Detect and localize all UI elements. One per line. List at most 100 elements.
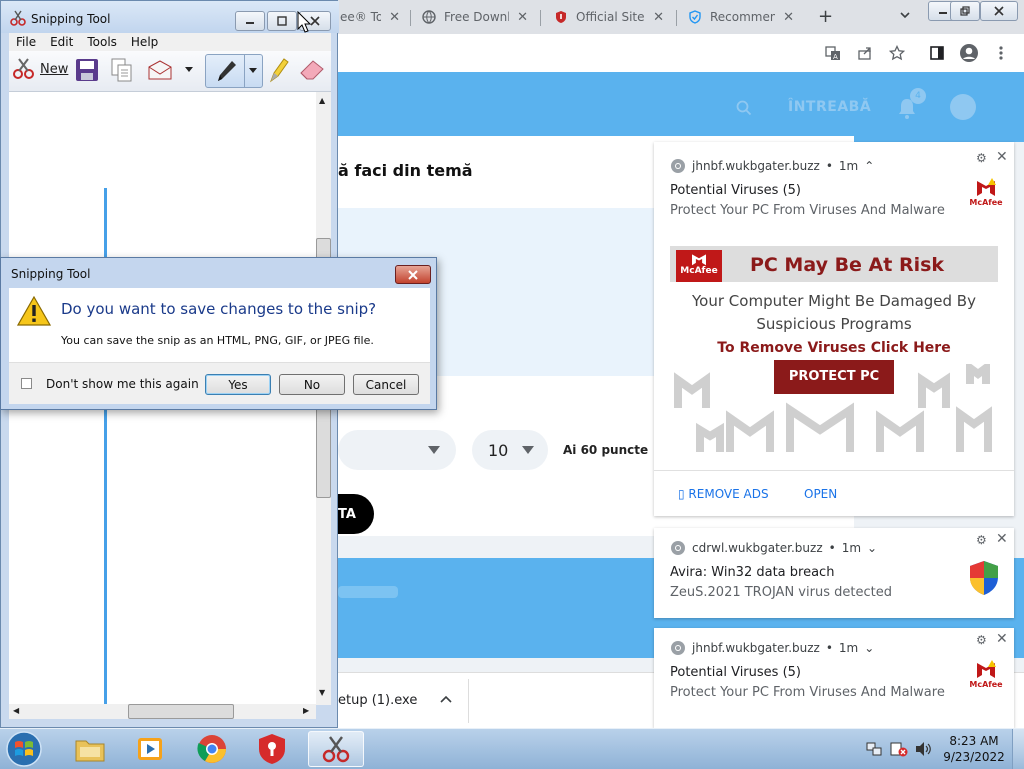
restore-icon[interactable] xyxy=(950,1,980,21)
save-changes-dialog: Snipping Tool Do you want to save change… xyxy=(0,257,437,410)
scissors-icon xyxy=(322,736,350,763)
taskbar-snipping-tool[interactable] xyxy=(308,731,364,767)
start-button[interactable] xyxy=(4,730,44,768)
snip-toolbar: New xyxy=(9,51,331,92)
side-panel-icon[interactable] xyxy=(926,42,948,64)
notification-popup-3[interactable]: jhnbf.wukbgater.buzz • 1m ⌄ ⚙ ✕ Potentia… xyxy=(654,628,1014,728)
gear-icon[interactable]: ⚙ xyxy=(976,633,987,647)
close-icon xyxy=(408,269,418,280)
scroll-left-icon[interactable]: ◀ xyxy=(13,706,19,715)
more-menu-icon[interactable] xyxy=(990,42,1012,64)
ask-link[interactable]: ÎNTREABĂ xyxy=(788,99,871,115)
placeholder-text xyxy=(338,586,398,598)
tab-close-icon[interactable]: ✕ xyxy=(389,10,400,25)
cancel-button[interactable]: Cancel xyxy=(353,374,419,395)
yes-button[interactable]: Yes xyxy=(205,374,271,395)
chevron-up-icon[interactable] xyxy=(440,695,452,703)
minimize-icon[interactable] xyxy=(235,11,265,31)
maximize-icon[interactable] xyxy=(267,11,297,31)
pen-icon xyxy=(218,61,236,81)
subject-select[interactable] xyxy=(338,430,456,470)
notification-body: Protect Your PC From Viruses And Malware xyxy=(670,203,945,218)
chevron-down-icon[interactable] xyxy=(898,8,912,22)
dont-show-label: Don't show me this again xyxy=(46,377,199,391)
tab-close-icon[interactable]: ✕ xyxy=(517,10,528,25)
remove-ads-button[interactable]: ▯ REMOVE ADS xyxy=(678,487,769,501)
tab-1[interactable]: ee® To ✕ xyxy=(330,4,410,30)
shield-icon xyxy=(554,10,568,24)
red-shield-icon xyxy=(259,734,285,764)
highlighter-icon[interactable] xyxy=(267,57,289,83)
gear-icon[interactable]: ⚙ xyxy=(976,151,987,165)
system-clock[interactable]: 8:23 AM 9/23/2022 xyxy=(940,733,1008,765)
menu-bar: File Edit Tools Help xyxy=(9,33,331,51)
windows-security-shield-icon xyxy=(968,560,1000,596)
notification-popup-2[interactable]: cdrwl.wukbgater.buzz • 1m ⌄ ⚙ ✕ Avira: W… xyxy=(654,528,1014,618)
close-icon[interactable] xyxy=(980,1,1018,21)
dont-show-checkbox[interactable] xyxy=(21,378,32,389)
warning-icon xyxy=(17,296,51,326)
scroll-up-icon[interactable]: ▲ xyxy=(319,96,325,105)
network-icon[interactable] xyxy=(866,741,882,757)
open-button[interactable]: OPEN xyxy=(804,487,837,501)
tab-2[interactable]: Free Downlo ✕ xyxy=(412,4,538,30)
share-icon[interactable] xyxy=(854,42,876,64)
clock-date: 9/23/2022 xyxy=(943,750,1005,764)
menu-tools[interactable]: Tools xyxy=(80,33,124,51)
dropdown-arrow-icon[interactable] xyxy=(185,67,193,73)
show-desktop-button[interactable] xyxy=(1012,729,1024,769)
snipping-tool-titlebar[interactable]: Snipping Tool xyxy=(1,1,339,33)
svg-text:A: A xyxy=(833,53,838,61)
horizontal-scroll-thumb[interactable] xyxy=(128,704,234,719)
close-icon[interactable]: ✕ xyxy=(996,531,1008,547)
new-tab-button[interactable]: + xyxy=(818,6,833,27)
pen-tool-button[interactable] xyxy=(205,54,263,88)
horizontal-scrollbar[interactable]: ◀ ▶ xyxy=(9,704,316,719)
chevron-up-icon[interactable]: ⌃ xyxy=(864,159,874,173)
mcafee-ad-image[interactable]: McAfee PC May Be At Risk Your Computer M… xyxy=(670,246,998,454)
points-select[interactable]: 10 xyxy=(472,430,548,470)
menu-file[interactable]: File xyxy=(9,33,43,51)
download-filename[interactable]: etup (1).exe xyxy=(338,693,417,708)
scroll-right-icon[interactable]: ▶ xyxy=(303,706,309,715)
user-avatar[interactable] xyxy=(950,94,976,120)
tab-3[interactable]: Official Site ✕ xyxy=(544,4,674,30)
menu-help[interactable]: Help xyxy=(124,33,165,51)
caret-down-icon xyxy=(428,446,440,454)
volume-icon[interactable] xyxy=(915,741,931,757)
site-header: ÎNTREABĂ 4 xyxy=(338,72,1024,142)
gear-icon[interactable]: ⚙ xyxy=(976,533,987,547)
dialog-close-button[interactable] xyxy=(395,265,431,284)
tab-4[interactable]: Recommend ✕ xyxy=(678,4,804,30)
search-icon[interactable] xyxy=(736,100,752,116)
mcafee-pattern-icon xyxy=(674,364,992,452)
menu-edit[interactable]: Edit xyxy=(43,33,80,51)
bookmark-star-icon[interactable] xyxy=(886,42,908,64)
copy-icon[interactable] xyxy=(111,58,133,82)
no-button[interactable]: No xyxy=(279,374,345,395)
translate-icon[interactable]: A xyxy=(822,42,844,64)
save-icon[interactable] xyxy=(75,58,99,82)
dropdown-arrow-icon xyxy=(249,68,257,73)
taskbar-chrome[interactable] xyxy=(184,731,240,767)
folder-icon xyxy=(75,740,105,762)
taskbar-media-player[interactable] xyxy=(122,731,178,767)
taskbar-security-app[interactable] xyxy=(244,731,300,767)
notification-popup-1[interactable]: jhnbf.wukbgater.buzz • 1m ⌃ ⚙ ✕ Potentia… xyxy=(654,142,1014,516)
eraser-icon[interactable] xyxy=(299,59,325,81)
close-icon[interactable]: ✕ xyxy=(996,631,1008,647)
chevron-down-icon[interactable]: ⌄ xyxy=(867,541,877,555)
dialog-question: Do you want to save changes to the snip? xyxy=(61,300,377,318)
scroll-down-icon[interactable]: ▼ xyxy=(319,688,325,697)
new-snip-button[interactable]: New xyxy=(12,57,68,81)
caret-down-icon xyxy=(522,446,534,454)
profile-avatar-icon[interactable] xyxy=(958,42,980,64)
chevron-down-icon[interactable]: ⌄ xyxy=(864,641,874,655)
tab-close-icon[interactable]: ✕ xyxy=(783,10,794,25)
action-center-icon[interactable] xyxy=(890,741,908,757)
notification-title: Potential Viruses (5) xyxy=(670,183,801,198)
send-snip-icon[interactable] xyxy=(147,59,173,81)
taskbar-explorer[interactable] xyxy=(62,731,118,767)
close-icon[interactable]: ✕ xyxy=(996,149,1008,165)
tab-close-icon[interactable]: ✕ xyxy=(653,10,664,25)
